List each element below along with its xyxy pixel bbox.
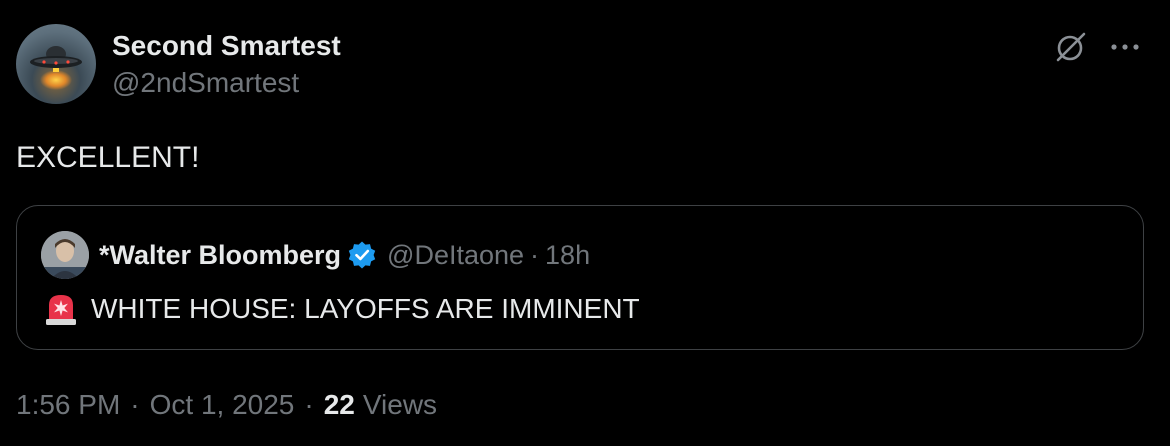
meta-separator-1: · xyxy=(130,389,140,420)
author-avatar[interactable] xyxy=(16,24,96,104)
views-label[interactable]: Views xyxy=(363,385,437,425)
tweet-text: EXCELLENT! xyxy=(16,141,200,174)
tweet-header: Second Smartest @2ndSmartest xyxy=(16,24,1140,104)
tweet-date[interactable]: Oct 1, 2025 xyxy=(150,385,295,425)
quote-separator: · xyxy=(530,239,540,270)
grok-icon[interactable] xyxy=(1054,30,1088,64)
verified-badge-icon[interactable] xyxy=(347,240,377,270)
quote-header: *Walter Bloomberg @DeItaone · 18h xyxy=(41,230,590,280)
quote-author-avatar[interactable] xyxy=(41,231,89,279)
rotating-light-icon xyxy=(41,289,81,329)
more-icon[interactable] xyxy=(1110,42,1140,52)
ufo-avatar-icon xyxy=(30,46,82,90)
quote-tweet-card[interactable]: *Walter Bloomberg @DeItaone · 18h WHITE … xyxy=(16,205,1144,350)
views-count[interactable]: 22 xyxy=(324,385,355,425)
header-actions xyxy=(1054,30,1140,64)
author-info: Second Smartest @2ndSmartest xyxy=(112,30,341,100)
quote-author-name[interactable]: *Walter Bloomberg xyxy=(99,240,341,271)
quote-author-handle[interactable]: @DeItaone xyxy=(387,240,524,271)
person-avatar-icon xyxy=(41,231,89,279)
tweet-time[interactable]: 1:56 PM xyxy=(16,385,120,425)
quote-text: WHITE HOUSE: LAYOFFS ARE IMMINENT xyxy=(91,293,640,324)
meta-separator-2: · xyxy=(304,389,314,420)
author-handle[interactable]: @2ndSmartest xyxy=(112,66,341,100)
quote-body: WHITE HOUSE: LAYOFFS ARE IMMINENT xyxy=(41,289,640,329)
quote-timestamp[interactable]: 18h xyxy=(545,240,590,271)
author-display-name[interactable]: Second Smartest xyxy=(112,30,341,62)
tweet-meta: 1:56 PM · Oct 1, 2025 · 22 Views xyxy=(16,385,437,425)
